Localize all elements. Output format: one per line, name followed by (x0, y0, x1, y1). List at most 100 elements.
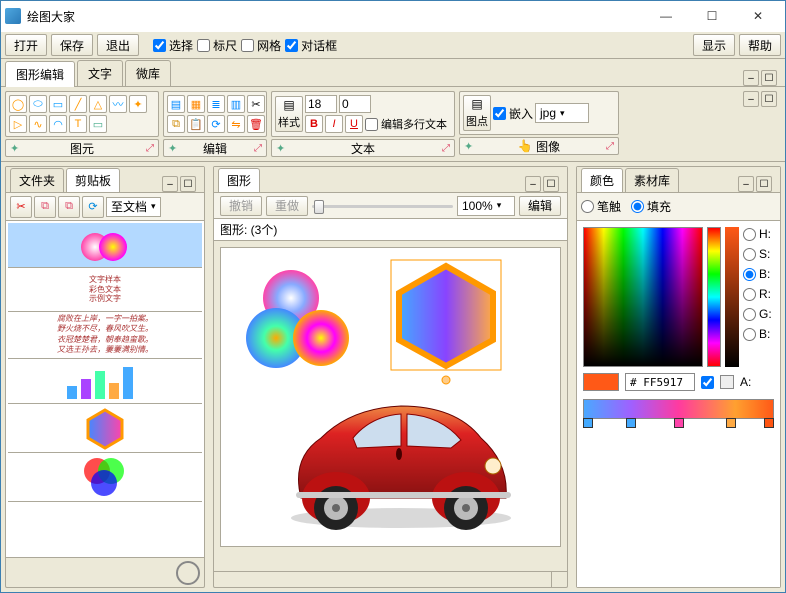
ribbon-minimize-button[interactable]: – (743, 70, 759, 86)
wand-icon: ✦ (10, 142, 19, 155)
copy-button[interactable]: ⧉ (167, 115, 185, 133)
tab-color[interactable]: 颜色 (581, 168, 623, 192)
rotate-button[interactable]: ⟳ (207, 115, 225, 133)
help-button[interactable]: 帮助 (739, 34, 781, 56)
select-checkbox[interactable]: 选择 (153, 37, 193, 54)
mid-pop-button[interactable]: ☐ (543, 176, 559, 192)
fill-radio[interactable]: 填充 (631, 198, 671, 215)
paste-button[interactable]: 📋 (187, 115, 205, 133)
tab-folder[interactable]: 文件夹 (10, 168, 64, 192)
ribbon-group-element: ◯ ⬭ ▭ ╱ △ 〰 ✦ ▷ ∿ ◠ T ▭ ✦图元⤢ (5, 91, 159, 157)
main-tabs: 图形编辑 文字 微库 – ☐ (1, 59, 785, 87)
ribbon-restore-button[interactable]: ☐ (761, 70, 777, 86)
group-button[interactable]: ▦ (187, 95, 205, 113)
clip-paste-button[interactable]: ⧉ (58, 196, 80, 218)
clip-target-combo[interactable]: 至文档 (106, 197, 161, 217)
shape-ellipse[interactable]: ⬭ (29, 95, 47, 113)
clip-record-button[interactable] (176, 561, 200, 585)
show-button[interactable]: 显示 (693, 34, 735, 56)
embed-checkbox[interactable]: 嵌入 (493, 105, 533, 122)
anchor-button[interactable]: ▤图点 (463, 95, 491, 131)
font-size-input[interactable]: 18 (305, 95, 337, 113)
ribbon-popout-button[interactable]: ☐ (761, 91, 777, 107)
shape-polyline[interactable]: 〰 (109, 95, 127, 113)
clip-refresh-button[interactable]: ⟳ (82, 196, 104, 218)
zoom-slider[interactable] (312, 199, 453, 213)
brush-radio[interactable]: 笔触 (581, 198, 621, 215)
right-min-button[interactable]: – (738, 176, 754, 192)
ribbon-collapse-button[interactable]: – (743, 91, 759, 107)
expand-icon[interactable]: ⤢ (442, 143, 450, 154)
ribbon-group-text: ▤样式 18 0 B I U 编辑多行文本 ✦文本⤢ (271, 91, 455, 157)
color-panel: 颜色 素材库 –☐ 笔触 填充 H: S: B: R: (576, 166, 781, 588)
tab-shape-edit[interactable]: 图形编辑 (5, 61, 75, 87)
tab-canvas[interactable]: 图形 (218, 168, 260, 192)
italic-button[interactable]: I (325, 115, 343, 133)
flip-button[interactable]: ⇋ (227, 115, 245, 133)
redo-button[interactable]: 重做 (266, 196, 308, 216)
shape-pointer[interactable]: ▷ (9, 115, 27, 133)
clip-item[interactable] (8, 453, 202, 502)
clip-copy-button[interactable]: ⧉ (34, 196, 56, 218)
underline-button[interactable]: U (345, 115, 363, 133)
wand-icon: ✦ (464, 140, 473, 153)
align-button[interactable]: ▤ (167, 95, 185, 113)
shape-wave[interactable]: ∿ (29, 115, 47, 133)
minimize-button[interactable]: — (643, 1, 689, 31)
cut-button[interactable]: ✂ (247, 95, 265, 113)
maximize-button[interactable]: ☐ (689, 1, 735, 31)
bold-button[interactable]: B (305, 115, 323, 133)
undo-button[interactable]: 撤销 (220, 196, 262, 216)
tab-text[interactable]: 文字 (77, 60, 123, 86)
gradient-editor[interactable] (583, 399, 774, 419)
dialog-checkbox[interactable]: 对话框 (285, 37, 337, 54)
expand-icon[interactable]: ⤢ (606, 141, 614, 152)
ruler-checkbox[interactable]: 标尺 (197, 37, 237, 54)
shape-triangle[interactable]: △ (89, 95, 107, 113)
open-button[interactable]: 打开 (5, 34, 47, 56)
canvas-edit-button[interactable]: 编辑 (519, 196, 561, 216)
tab-material[interactable]: 素材库 (625, 168, 679, 192)
lock-button[interactable]: ▥ (227, 95, 245, 113)
current-color-swatch[interactable] (583, 373, 619, 391)
close-button[interactable]: ✕ (735, 1, 781, 31)
right-pop-button[interactable]: ☐ (756, 176, 772, 192)
clip-item[interactable] (8, 404, 202, 453)
shape-rect[interactable]: ▭ (49, 95, 67, 113)
clip-item[interactable]: 文字样本彩色文本示例文字 (8, 268, 202, 312)
shape-arc[interactable]: ◠ (49, 115, 67, 133)
image-format-combo[interactable]: jpg (535, 103, 589, 123)
order-button[interactable]: ≣ (207, 95, 225, 113)
multiline-checkbox[interactable]: 编辑多行文本 (365, 116, 447, 132)
shape-text[interactable]: T (69, 115, 87, 133)
hex-input[interactable]: # FF5917 (625, 373, 695, 391)
clip-cut-button[interactable]: ✂ (10, 196, 32, 218)
tab-clipboard[interactable]: 剪贴板 (66, 168, 120, 192)
color-lock-checkbox[interactable] (701, 376, 714, 389)
tab-micro[interactable]: 微库 (125, 60, 171, 86)
shape-line[interactable]: ╱ (69, 95, 87, 113)
prev-color-swatch[interactable] (720, 375, 734, 389)
shape-circle[interactable]: ◯ (9, 95, 27, 113)
mid-min-button[interactable]: – (525, 176, 541, 192)
clip-item[interactable]: 腐败在上岸，一字一拍案。野火烧不尽，春风吹又生。衣冠楚楚君，朝奉趋蛮歌。又选王孙… (8, 312, 202, 359)
style-button[interactable]: ▤样式 (275, 96, 303, 132)
left-pop-button[interactable]: ☐ (180, 176, 196, 192)
line-spacing-input[interactable]: 0 (339, 95, 371, 113)
grid-checkbox[interactable]: 网格 (241, 37, 281, 54)
exit-button[interactable]: 退出 (97, 34, 139, 56)
clip-item[interactable] (8, 359, 202, 404)
canvas[interactable] (220, 247, 561, 547)
shape-image[interactable]: ▭ (89, 115, 107, 133)
zoom-combo[interactable]: 100% (457, 196, 515, 216)
hue-slider[interactable] (707, 227, 721, 367)
expand-icon[interactable]: ⤢ (146, 143, 154, 154)
expand-icon[interactable]: ⤢ (254, 143, 262, 154)
left-min-button[interactable]: – (162, 176, 178, 192)
color-field[interactable] (583, 227, 703, 367)
value-slider[interactable] (725, 227, 739, 367)
delete-button[interactable]: 🗑 (247, 115, 265, 133)
shape-star[interactable]: ✦ (129, 95, 147, 113)
clip-item[interactable] (8, 223, 202, 268)
save-button[interactable]: 保存 (51, 34, 93, 56)
